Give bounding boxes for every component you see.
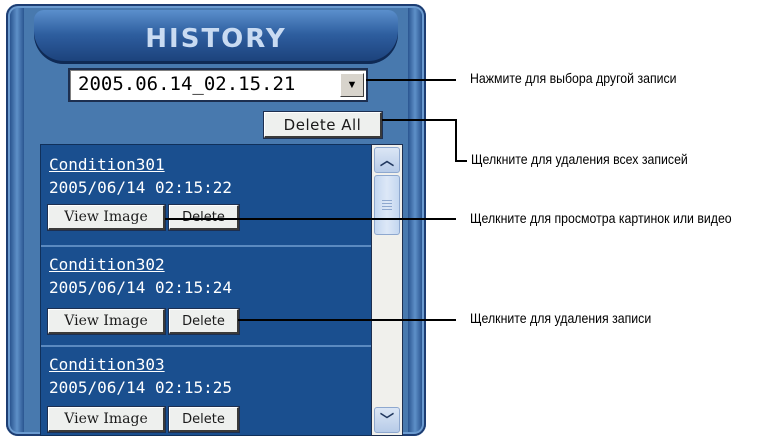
- view-image-button[interactable]: View Image: [48, 309, 165, 334]
- callout-view-image: Щелкните для просмотра картинок или виде…: [470, 210, 732, 226]
- title-bar: HISTORY: [34, 10, 398, 64]
- callout-delete-all: Щелкните для удаления всех записей: [471, 151, 688, 167]
- history-panel: HISTORY 2005.06.14_02.15.21 ▼ Delete All…: [6, 4, 426, 436]
- callout-line-select: [366, 79, 456, 81]
- callout-line-delete-all-v: [455, 119, 457, 161]
- record-list: Condition301 2005/06/14 02:15:22 View Im…: [40, 144, 372, 436]
- list-item: Condition301 2005/06/14 02:15:22 View Im…: [41, 145, 371, 247]
- record-name-link[interactable]: Condition303: [49, 355, 165, 374]
- record-name-link[interactable]: Condition301: [49, 155, 165, 174]
- record-name-link[interactable]: Condition302: [49, 255, 165, 274]
- chevron-down-icon: ▼: [346, 79, 358, 91]
- record-timestamp: 2005/06/14 02:15:25: [49, 378, 233, 397]
- list-item: Condition302 2005/06/14 02:15:24 View Im…: [41, 245, 371, 347]
- callout-line-delete-all-h2: [455, 160, 467, 162]
- dropdown-arrow-button[interactable]: ▼: [340, 73, 364, 97]
- dropdown-selected-value: 2005.06.14_02.15.21: [78, 73, 296, 95]
- view-image-button[interactable]: View Image: [48, 407, 165, 432]
- grip-icon: [382, 200, 392, 210]
- callout-line-delete: [238, 319, 456, 321]
- callout-select-record: Нажмите для выбора другой записи: [470, 70, 677, 86]
- callout-line-delete-all-h1: [382, 119, 455, 121]
- record-timestamp: 2005/06/14 02:15:22: [49, 178, 233, 197]
- callout-delete-record: Щелкните для удаления записи: [470, 310, 652, 326]
- record-timestamp: 2005/06/14 02:15:24: [49, 278, 233, 297]
- panel-frame-right: [408, 8, 422, 432]
- view-image-button[interactable]: View Image: [48, 205, 165, 230]
- chevron-up-icon: ︿: [380, 152, 394, 168]
- scroll-down-button[interactable]: ﹀: [374, 407, 400, 433]
- panel-frame-left: [10, 8, 24, 432]
- delete-record-button[interactable]: Delete: [169, 309, 239, 334]
- scroll-thumb[interactable]: [374, 175, 400, 235]
- delete-record-button[interactable]: Delete: [169, 407, 239, 432]
- scroll-up-button[interactable]: ︿: [374, 147, 400, 173]
- panel-title: HISTORY: [145, 24, 287, 54]
- record-select-dropdown[interactable]: 2005.06.14_02.15.21 ▼: [68, 68, 368, 102]
- list-item: Condition303 2005/06/14 02:15:25 View Im…: [41, 345, 371, 435]
- chevron-down-icon: ﹀: [380, 412, 394, 428]
- delete-all-button[interactable]: Delete All: [264, 112, 382, 138]
- callout-line-view: [165, 218, 456, 220]
- vertical-scrollbar[interactable]: ︿ ﹀: [371, 144, 403, 436]
